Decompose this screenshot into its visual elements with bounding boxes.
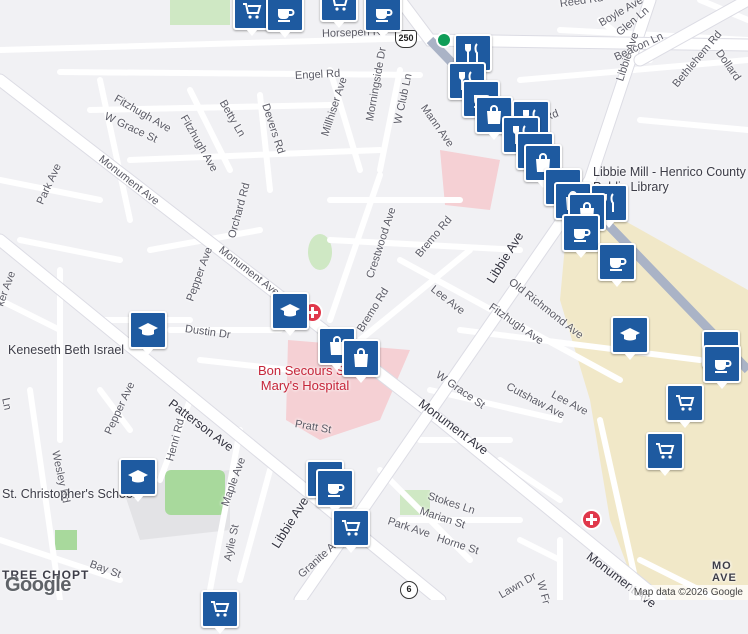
coffee-cup-icon[interactable] [266,0,304,38]
us-route-shield: 250 [395,30,417,48]
shopping-cart-icon[interactable] [320,0,358,28]
sports-field [165,470,225,515]
street-label: Ln [0,396,14,412]
graduation-cap-icon[interactable] [271,292,309,336]
coffee-cup-icon[interactable] [598,243,636,287]
graduation-cap-icon[interactable] [119,458,157,502]
shopping-cart-icon[interactable] [201,590,239,634]
park [55,530,77,550]
coffee-cup-icon[interactable] [562,214,600,258]
school-label[interactable]: St. Christopher's School [2,487,136,501]
coffee-cup-icon[interactable] [703,345,741,389]
hospital-icon[interactable] [581,509,602,530]
google-logo: Google [5,574,71,596]
street-label: Engel Rd [294,67,341,82]
shopping-cart-icon[interactable] [666,384,704,428]
district-label: MO AVE [712,560,737,584]
synagogue-label[interactable]: Keneseth Beth Israel [8,343,124,357]
coffee-cup-icon[interactable] [316,469,354,513]
shopping-cart-icon[interactable] [332,509,370,553]
shopping-cart-icon[interactable] [646,432,684,476]
park-marker-icon[interactable] [436,32,452,48]
graduation-cap-icon[interactable] [611,316,649,360]
shopping-bag-icon[interactable] [342,339,380,383]
map-attribution[interactable]: Map data ©2026 Google [628,585,748,600]
coffee-cup-icon[interactable] [364,0,402,38]
graduation-cap-icon[interactable] [129,311,167,355]
park [170,0,230,25]
state-route-shield: 6 [400,581,418,599]
